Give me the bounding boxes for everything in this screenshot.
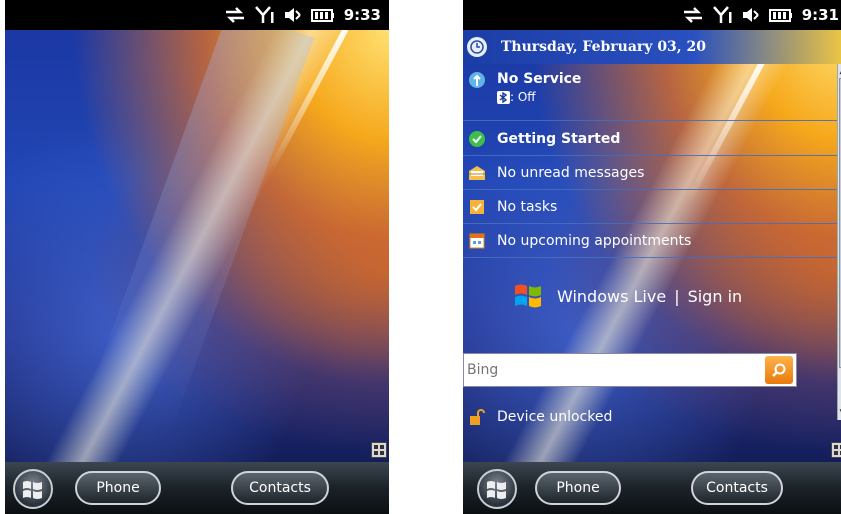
bluetooth-status: : Off (510, 90, 536, 104)
getting-started-label: Getting Started (497, 130, 621, 147)
signal-icon[interactable] (254, 6, 275, 24)
calendar-icon (468, 232, 486, 250)
windows-live-sign-in[interactable]: Sign in (688, 287, 743, 306)
battery-icon[interactable] (310, 7, 335, 23)
softkey-bar: Phone Contacts (5, 462, 389, 514)
tasks-row[interactable]: No tasks (463, 190, 837, 224)
search-input[interactable] (464, 354, 765, 386)
windows-live-row[interactable]: Windows Live | Sign in (513, 280, 742, 312)
signal-tower-icon (468, 71, 486, 89)
clock-icon (467, 37, 487, 57)
windows-live-brand: Windows Live (557, 286, 667, 306)
status-bar: 9:33 (5, 0, 389, 30)
data-connection-icon[interactable] (224, 7, 246, 23)
clock-time[interactable]: 9:33 (344, 6, 381, 24)
phone-softkey[interactable]: Phone (535, 471, 621, 505)
contacts-softkey[interactable]: Contacts (231, 471, 329, 505)
today-screen: Thursday, February 03, 20 ▲ ▼ No Service… (463, 30, 841, 462)
start-button[interactable] (13, 469, 53, 509)
windows-logo-icon (23, 481, 42, 499)
getting-started-row[interactable]: Getting Started (463, 122, 837, 156)
date-row[interactable]: Thursday, February 03, 20 (463, 30, 841, 64)
tasks-label: No tasks (497, 198, 558, 215)
search-icon (772, 363, 786, 377)
windows-flag-icon (513, 280, 543, 312)
windows-logo-icon (487, 481, 506, 499)
windows-live-separator: | (674, 286, 680, 306)
input-panel-icon[interactable] (371, 442, 387, 458)
network-status-row[interactable]: No Service : Off (463, 65, 837, 121)
status-bar: 9:31 (463, 0, 841, 30)
lock-status-row[interactable]: Device unlocked (463, 400, 837, 433)
start-button[interactable] (477, 469, 517, 509)
volume-icon[interactable] (284, 6, 302, 24)
appointments-label: No upcoming appointments (497, 232, 692, 249)
messages-label: No unread messages (497, 164, 645, 181)
bing-search-box[interactable] (463, 353, 797, 387)
search-button[interactable] (765, 356, 793, 384)
battery-icon[interactable] (768, 7, 793, 23)
date-label: Thursday, February 03, 20 (501, 39, 707, 55)
contacts-softkey[interactable]: Contacts (691, 471, 783, 505)
signal-icon[interactable] (712, 6, 733, 24)
bluetooth-icon (497, 90, 510, 104)
getting-started-icon (468, 130, 486, 148)
clock-time[interactable]: 9:31 (802, 6, 839, 24)
network-status-label: No Service (497, 71, 582, 87)
data-connection-icon[interactable] (682, 7, 704, 23)
phone-softkey[interactable]: Phone (75, 471, 161, 505)
unlocked-padlock-icon (468, 408, 486, 426)
softkey-bar: Phone Contacts (463, 462, 841, 514)
left-phone-screen: 9:33 Phone Contacts (5, 0, 389, 514)
messages-row[interactable]: No unread messages (463, 156, 837, 190)
lock-status-label: Device unlocked (497, 408, 613, 425)
volume-icon[interactable] (742, 6, 760, 24)
home-wallpaper (5, 30, 389, 462)
input-panel-icon[interactable] (831, 442, 841, 458)
right-phone-screen: 9:31 Thursday, February 03, 20 ▲ ▼ No Se… (463, 0, 841, 514)
appointments-row[interactable]: No upcoming appointments (463, 224, 837, 258)
scrollbar[interactable]: ▲ ▼ (837, 64, 841, 420)
envelope-icon (468, 164, 486, 182)
tasks-icon (468, 198, 486, 216)
